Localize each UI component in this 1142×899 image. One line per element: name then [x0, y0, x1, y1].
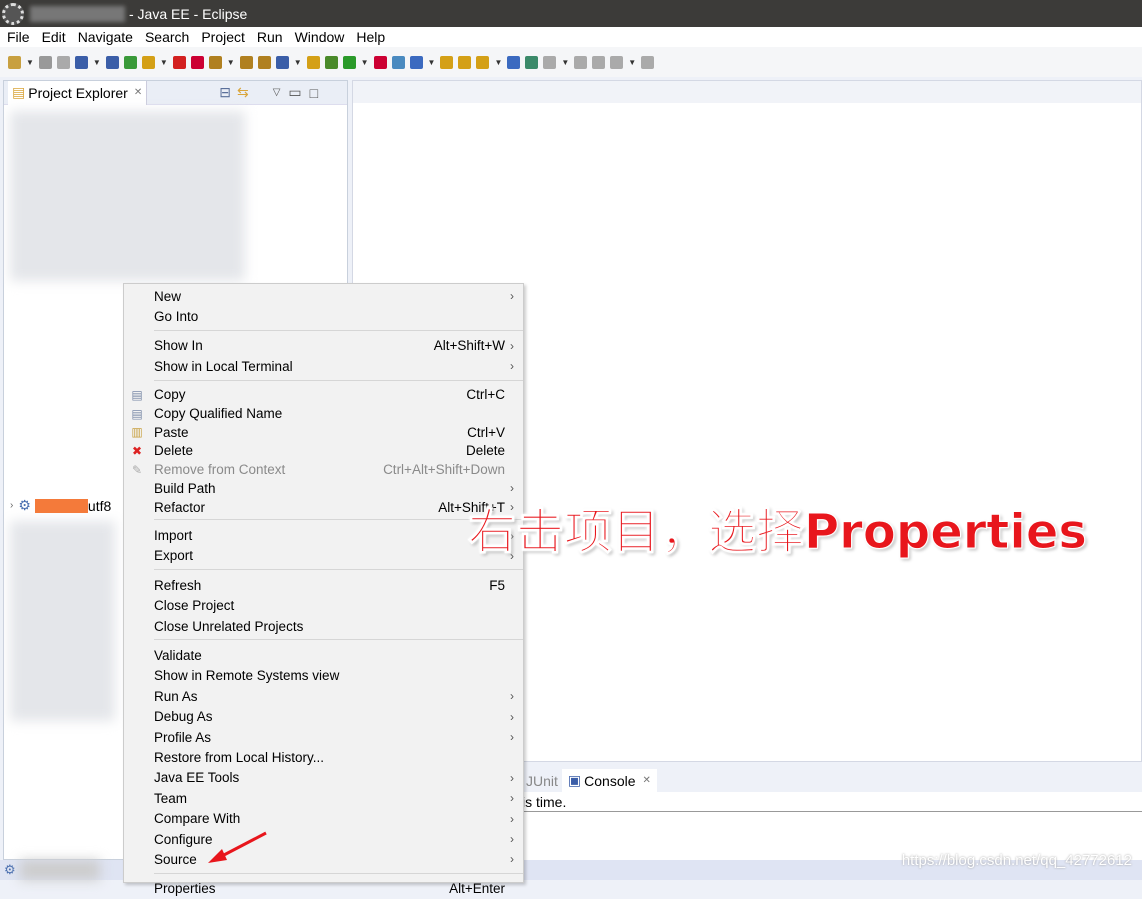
- menu-item-label: Properties: [154, 881, 216, 897]
- annotation-arrow: [208, 831, 267, 863]
- menu-item-shortcut: Alt+Enter: [449, 881, 505, 897]
- menu-item-properties[interactable]: Properties Alt+Enter: [124, 879, 523, 899]
